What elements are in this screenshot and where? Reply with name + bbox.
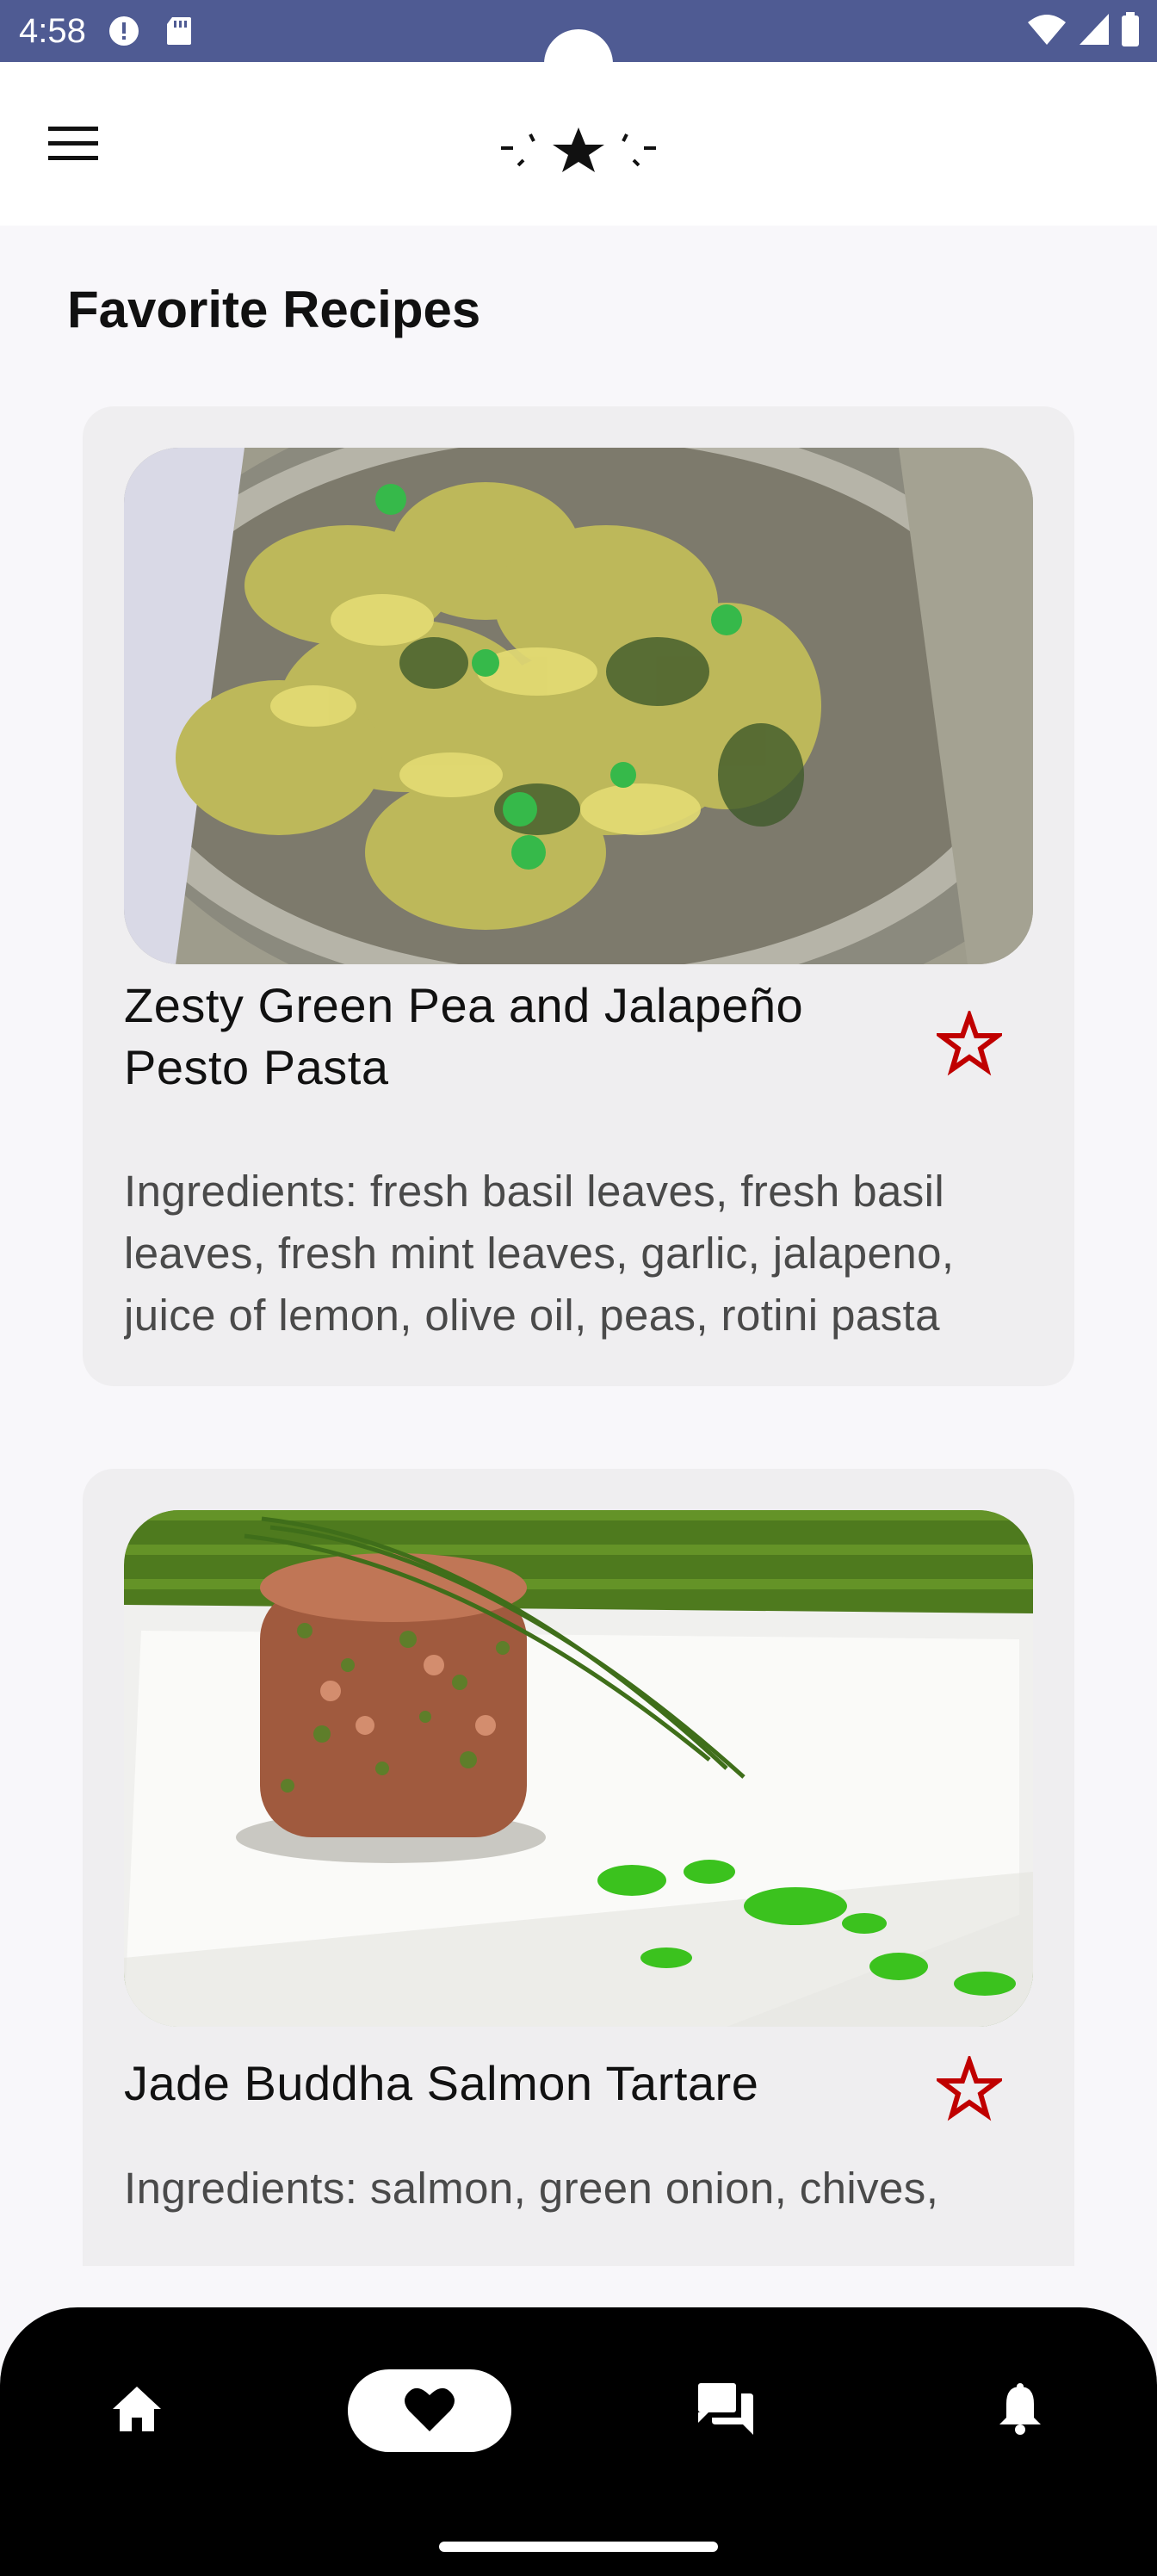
star-outline-icon[interactable] [933, 2053, 1005, 2125]
pasta-photo [124, 448, 1033, 964]
bell-icon [998, 2382, 1043, 2439]
recipe-ingredients: Ingredients: fresh basil leaves, fresh b… [124, 1167, 955, 1340]
top-app-bar [0, 62, 1157, 226]
recipe-title[interactable]: Jade Buddha Salmon Tartare [124, 2053, 899, 2115]
hamburger-menu-icon[interactable] [34, 105, 112, 183]
status-right-icons [1026, 11, 1140, 51]
star-outline-icon[interactable] [933, 1007, 1005, 1080]
salmon-tartare-photo [124, 1510, 1033, 2027]
recipe-list[interactable]: Zesty Green Pea and Jalapeño Pesto Pasta… [0, 226, 1157, 2266]
status-time: 4:58 [19, 12, 86, 50]
chat-icon [698, 2382, 753, 2439]
gesture-bar[interactable] [439, 2542, 718, 2552]
recipe-card[interactable]: Zesty Green Pea and Jalapeño Pesto Pasta… [83, 406, 1074, 1386]
sparkle-star-logo-icon [492, 114, 665, 183]
nav-favorites[interactable] [348, 2369, 511, 2452]
bottom-navigation [0, 2307, 1157, 2576]
signal-icon [1078, 12, 1111, 51]
sd-card-icon [165, 15, 196, 46]
recipe-title[interactable]: Zesty Green Pea and Jalapeño Pesto Pasta [124, 975, 882, 1099]
home-icon [111, 2385, 163, 2437]
wifi-icon [1026, 12, 1067, 51]
nav-home[interactable] [55, 2369, 219, 2452]
alert-circle-icon [108, 15, 139, 46]
recipe-ingredients: Ingredients: salmon, green onion, chives… [124, 2164, 939, 2213]
recipe-card[interactable]: Jade Buddha Salmon Tartare Ingredients: … [83, 1469, 1074, 2266]
nav-messages[interactable] [644, 2369, 807, 2452]
heart-icon [404, 2385, 455, 2437]
status-bar: 4:58 [0, 0, 1157, 98]
battery-icon [1121, 11, 1140, 51]
nav-notifications[interactable] [938, 2369, 1102, 2452]
